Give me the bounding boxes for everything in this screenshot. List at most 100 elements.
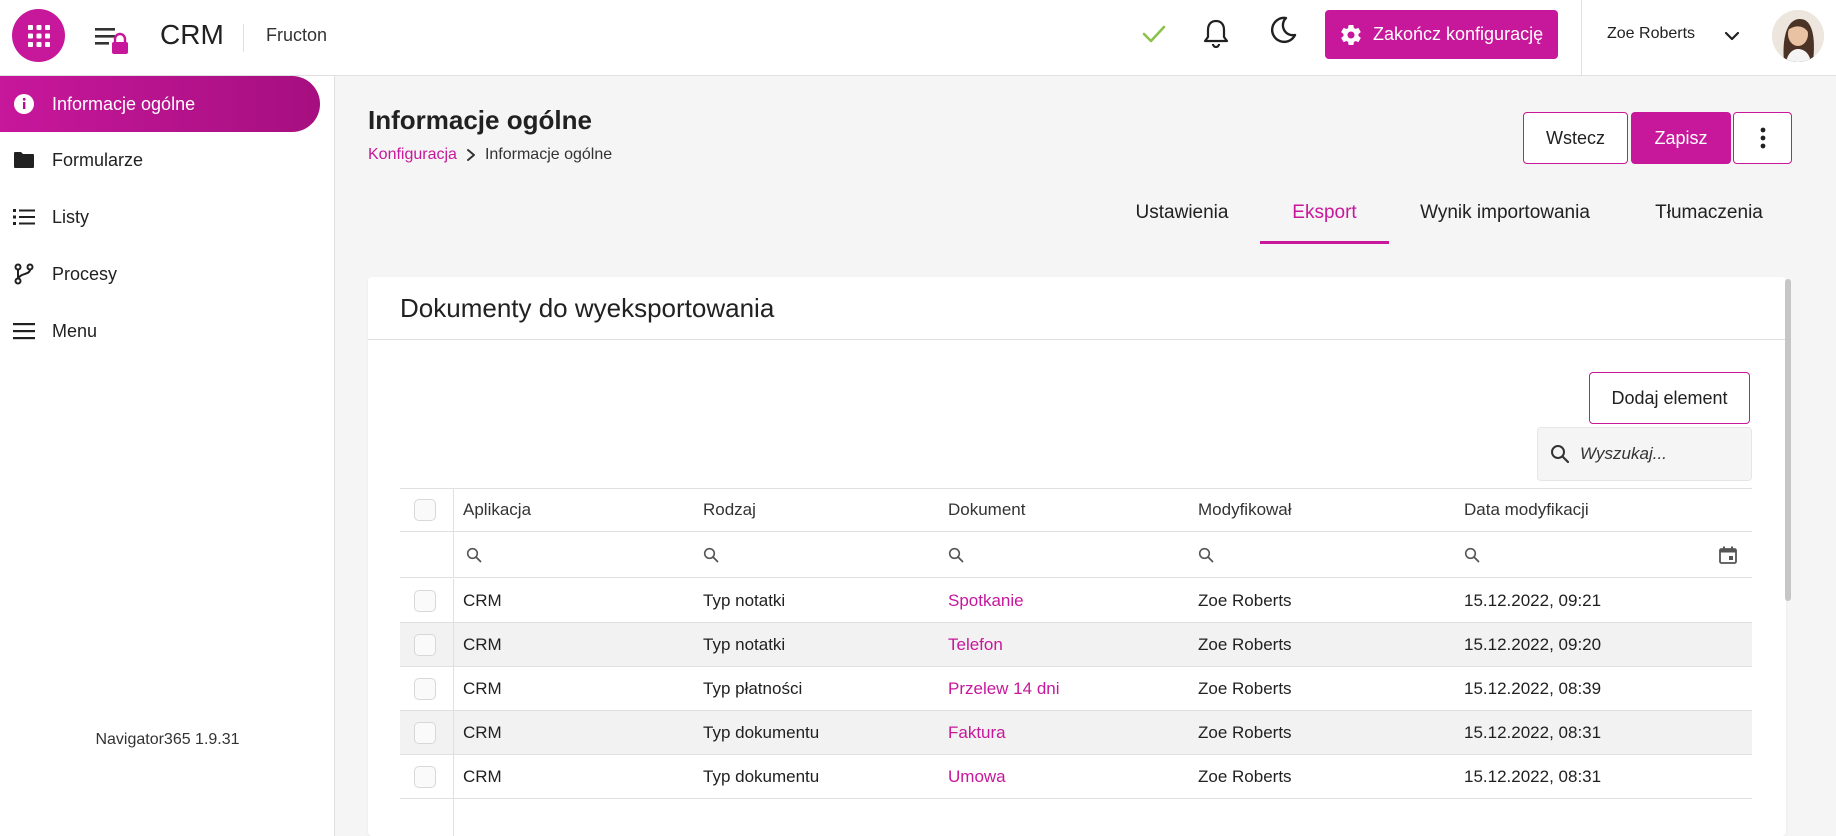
card-divider: [368, 339, 1786, 340]
row-checkbox[interactable]: [414, 589, 436, 612]
search-input[interactable]: [1580, 444, 1730, 464]
search-icon: [703, 547, 719, 562]
table-row[interactable]: CRM Typ dokumentu Faktura Zoe Roberts 15…: [400, 711, 1752, 755]
search-icon: [466, 547, 482, 562]
filter-modyfikowal[interactable]: [1198, 532, 1214, 577]
column-separator: [453, 489, 454, 531]
finish-configuration-label: Zakończ konfigurację: [1373, 24, 1544, 44]
column-separator: [453, 579, 454, 622]
filter-aplikacja[interactable]: [466, 532, 482, 577]
column-separator: [453, 623, 454, 666]
cell-dokument-link[interactable]: Spotkanie: [948, 579, 1024, 622]
tab-tlumaczenia[interactable]: Tłumaczenia: [1640, 186, 1778, 244]
date-picker-button[interactable]: [1718, 532, 1738, 577]
header-divider: [243, 24, 244, 52]
chevron-down-icon[interactable]: [1720, 24, 1744, 48]
sidebar-item-label: Listy: [52, 206, 90, 227]
tab-ustawienia[interactable]: Ustawienia: [1124, 186, 1240, 244]
apps-grid-button[interactable]: [12, 9, 65, 62]
search-field[interactable]: [1537, 427, 1752, 481]
cell-rodzaj: Typ dokumentu: [703, 722, 820, 742]
bell-icon[interactable]: [1202, 18, 1230, 48]
sidebar-item-formularze[interactable]: Formularze: [0, 132, 320, 188]
table-row[interactable]: CRM Typ notatki Telefon Zoe Roberts 15.1…: [400, 623, 1752, 667]
info-icon: [12, 92, 36, 116]
moon-icon[interactable]: [1268, 15, 1298, 45]
cell-data-modyfikacji: 15.12.2022, 09:21: [1464, 590, 1602, 610]
menu-lock-icon: [95, 28, 128, 54]
menu-lock-button[interactable]: [93, 24, 131, 56]
add-element-button[interactable]: Dodaj element: [1589, 372, 1750, 424]
sidebar: Informacje ogólne Formularze Listy Proce…: [0, 76, 335, 836]
row-checkbox-cell: [414, 623, 436, 666]
sidebar-item-listy[interactable]: Listy: [0, 189, 320, 245]
column-separator: [453, 799, 454, 836]
tab-eksport[interactable]: Eksport: [1260, 186, 1389, 244]
row-checkbox[interactable]: [414, 677, 436, 700]
column-header-modyfikowal[interactable]: Modyfikował: [1198, 489, 1292, 531]
table-row[interactable]: CRM Typ notatki Spotkanie Zoe Roberts 15…: [400, 579, 1752, 623]
cell-dokument-link[interactable]: Faktura: [948, 711, 1006, 754]
column-header-rodzaj[interactable]: Rodzaj: [703, 489, 756, 531]
column-header-aplikacja[interactable]: Aplikacja: [463, 489, 531, 531]
cell-aplikacja: CRM: [463, 722, 502, 742]
check-icon[interactable]: [1140, 22, 1168, 46]
sidebar-item-procesy[interactable]: Procesy: [0, 246, 320, 302]
select-all-checkbox[interactable]: [414, 499, 436, 521]
search-icon: [1551, 445, 1570, 464]
cell-modyfikowal: Zoe Roberts: [1198, 766, 1292, 786]
row-checkbox[interactable]: [414, 765, 436, 788]
sidebar-item-label: Menu: [52, 320, 98, 341]
row-checkbox-cell: [414, 667, 436, 710]
save-button[interactable]: Zapisz: [1631, 112, 1731, 164]
tab-wynik-importowania[interactable]: Wynik importowania: [1410, 186, 1600, 244]
cell-modyfikowal: Zoe Roberts: [1198, 722, 1292, 742]
cell-modyfikowal: Zoe Roberts: [1198, 634, 1292, 654]
table-header-row: Aplikacja Rodzaj Dokument Modyfikował Da…: [400, 488, 1752, 532]
row-checkbox[interactable]: [414, 721, 436, 744]
table-filter-row: [400, 532, 1752, 578]
column-header-data-modyfikacji[interactable]: Data modyfikacji: [1464, 489, 1589, 531]
header-divider-user: [1581, 0, 1582, 76]
finish-configuration-button[interactable]: Zakończ konfigurację: [1325, 10, 1558, 59]
cell-dokument-link[interactable]: Przelew 14 dni: [948, 667, 1060, 710]
sidebar-item-menu[interactable]: Menu: [0, 303, 320, 359]
cell-dokument-link[interactable]: Umowa: [948, 755, 1006, 798]
column-separator: [453, 667, 454, 710]
column-separator: [453, 532, 454, 577]
search-icon: [1198, 547, 1214, 562]
user-name[interactable]: Zoe Roberts: [1607, 25, 1695, 43]
folder-icon: [12, 148, 36, 172]
cell-modyfikowal: Zoe Roberts: [1198, 590, 1292, 610]
column-header-dokument[interactable]: Dokument: [948, 489, 1025, 531]
more-options-button[interactable]: [1733, 112, 1792, 164]
export-documents-card: Dokumenty do wyeksportowania Dodaj eleme…: [368, 277, 1786, 836]
branch-icon: [12, 262, 36, 286]
table-row[interactable]: CRM Typ płatności Przelew 14 dni Zoe Rob…: [400, 667, 1752, 711]
gear-icon: [1341, 24, 1361, 45]
sidebar-item-label: Procesy: [52, 263, 118, 284]
avatar[interactable]: [1772, 10, 1824, 62]
back-button[interactable]: Wstecz: [1523, 112, 1628, 164]
cell-aplikacja: CRM: [463, 766, 502, 786]
card-scrollbar[interactable]: [1785, 279, 1791, 601]
filter-rodzaj[interactable]: [703, 532, 719, 577]
breadcrumb: Konfiguracja Informacje ogólne: [368, 146, 612, 164]
sidebar-item-label: Informacje ogólne: [52, 93, 196, 114]
table-row[interactable]: CRM Typ dokumentu Umowa Zoe Roberts 15.1…: [400, 755, 1752, 799]
user-photo-icon: [1772, 10, 1824, 62]
filter-data-modyfikacji[interactable]: [1464, 532, 1480, 577]
filter-dokument[interactable]: [948, 532, 964, 577]
company-name[interactable]: Fructon: [266, 25, 327, 46]
sidebar-item-informacje-ogolne[interactable]: Informacje ogólne: [0, 76, 320, 132]
page-title: Informacje ogólne: [368, 105, 592, 135]
cell-rodzaj: Typ notatki: [703, 590, 786, 610]
cell-rodzaj: Typ dokumentu: [703, 766, 820, 786]
breadcrumb-link-konfiguracja[interactable]: Konfiguracja: [368, 146, 457, 164]
row-checkbox[interactable]: [414, 633, 436, 656]
column-separator: [453, 711, 454, 754]
cell-dokument-link[interactable]: Telefon: [948, 623, 1003, 666]
breadcrumb-current: Informacje ogólne: [484, 146, 613, 163]
cell-aplikacja: CRM: [463, 678, 502, 698]
cell-data-modyfikacji: 15.12.2022, 09:20: [1464, 634, 1602, 654]
